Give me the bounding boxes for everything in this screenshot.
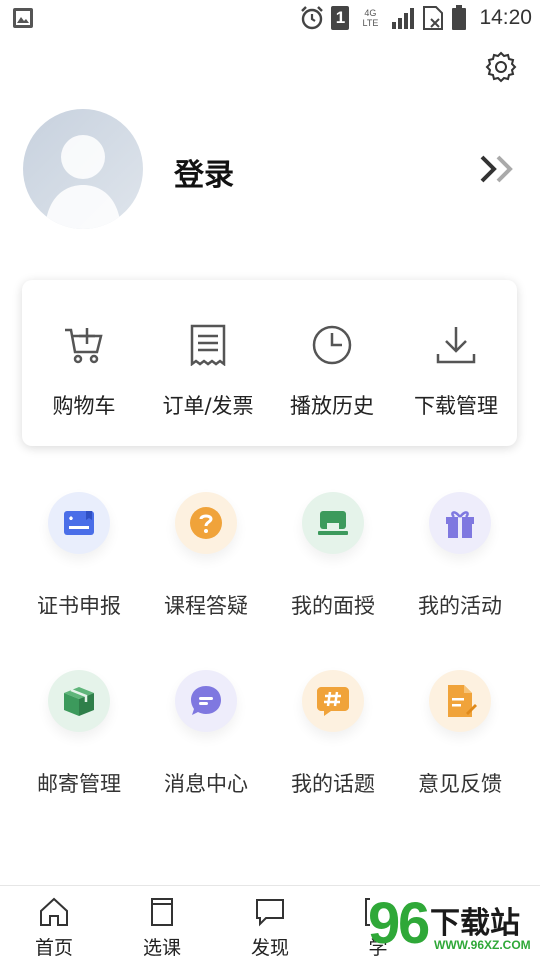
in-person-button[interactable]: 我的面授	[270, 492, 396, 632]
certificate-button[interactable]: 证书申报	[16, 492, 142, 632]
home-icon	[40, 897, 68, 926]
alarm-icon	[301, 6, 324, 30]
messages-label: 消息中心	[164, 772, 248, 796]
topics-label: 我的话题	[291, 772, 375, 796]
activities-button[interactable]: 我的活动	[397, 492, 523, 632]
watermark-url: WWW.96XZ.COM	[434, 938, 531, 952]
chevron-right-icon[interactable]	[478, 152, 518, 186]
tab-courses[interactable]: 选课	[108, 886, 216, 961]
sim-slot-icon	[423, 6, 444, 30]
tab-home-label: 首页	[34, 937, 73, 959]
battery-icon	[452, 5, 467, 30]
classroom-icon	[318, 511, 348, 535]
in-person-icon-bg	[302, 492, 364, 554]
feedback-icon-bg	[429, 670, 491, 732]
signal-icon	[392, 8, 415, 29]
question-icon	[190, 507, 222, 539]
feedback-icon	[448, 685, 477, 717]
default-avatar-icon	[45, 135, 121, 229]
cart-button[interactable]: 购物车	[22, 280, 146, 446]
clock-icon	[312, 325, 352, 365]
activities-icon-bg	[429, 492, 491, 554]
watermark-digit-nine: 9	[368, 891, 401, 956]
activities-label: 我的活动	[418, 594, 502, 618]
cart-label: 购物车	[52, 394, 116, 418]
gallery-icon	[13, 8, 33, 28]
downloads-button[interactable]: 下载管理	[394, 280, 518, 446]
certificate-icon-bg	[48, 492, 110, 554]
mail-label: 邮寄管理	[37, 772, 121, 796]
downloads-label: 下载管理	[414, 394, 498, 418]
orders-button[interactable]: 订单/发票	[146, 280, 270, 446]
watermark-text: 下载站	[430, 906, 520, 941]
message-icon	[191, 686, 221, 715]
course-qa-icon-bg	[175, 492, 237, 554]
download-icon	[436, 327, 476, 364]
gift-icon	[446, 511, 474, 538]
topics-icon-bg	[302, 670, 364, 732]
chat-icon	[256, 899, 284, 927]
sim-badge: 1	[331, 6, 350, 30]
clock-time: 14:20	[479, 6, 532, 29]
messages-icon-bg	[175, 670, 237, 732]
hashtag-icon	[317, 687, 349, 716]
orders-label: 订单/发票	[162, 394, 254, 418]
in-person-label: 我的面授	[291, 594, 375, 618]
history-button[interactable]: 播放历史	[270, 280, 394, 446]
history-label: 播放历史	[290, 394, 374, 418]
tab-courses-label: 选课	[142, 937, 181, 959]
network-label: 4G LTE	[362, 8, 379, 28]
mail-icon-bg	[48, 670, 110, 732]
site-watermark: 9 6 下载站 WWW.96XZ.COM	[368, 892, 540, 960]
feedback-button[interactable]: 意见反馈	[397, 670, 523, 810]
topics-button[interactable]: 我的话题	[270, 670, 396, 810]
settings-gear-icon[interactable]	[484, 50, 518, 84]
tab-discover[interactable]: 发现	[216, 886, 324, 961]
course-qa-label: 课程答疑	[164, 594, 248, 618]
login-link[interactable]: 登录	[174, 150, 234, 194]
cart-icon	[65, 328, 103, 364]
status-bar: 1 4G LTE 14:20	[0, 0, 540, 36]
quick-actions-card: 购物车 订单/发票 播放历史 下载管理	[22, 280, 517, 446]
mail-button[interactable]: 邮寄管理	[16, 670, 142, 810]
book-icon	[151, 898, 173, 926]
messages-button[interactable]: 消息中心	[143, 670, 269, 810]
avatar[interactable]	[23, 109, 143, 229]
tab-discover-label: 发现	[250, 937, 289, 959]
course-qa-button[interactable]: 课程答疑	[143, 492, 269, 632]
package-icon	[64, 687, 94, 716]
watermark-digit-six: 6	[398, 891, 431, 956]
tab-home[interactable]: 首页	[0, 886, 108, 961]
receipt-icon	[190, 324, 226, 366]
feedback-label: 意见反馈	[418, 772, 502, 796]
certificate-label: 证书申报	[37, 594, 121, 618]
certificate-icon	[64, 511, 94, 535]
